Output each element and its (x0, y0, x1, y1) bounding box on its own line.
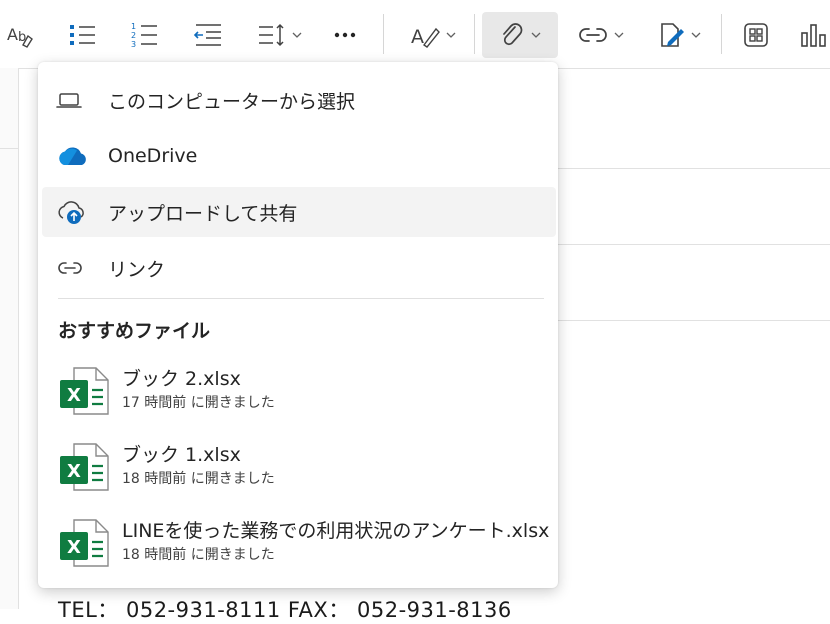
line-spacing-button[interactable] (248, 12, 310, 58)
bullet-list-button[interactable] (60, 12, 104, 58)
menu-item-link[interactable]: リンク (42, 243, 556, 293)
styles-icon: A (411, 26, 440, 48)
excel-icon: X (60, 443, 109, 491)
chevron-down-icon (531, 32, 541, 38)
numbered-list-icon: 1 2 3 (131, 22, 157, 49)
file-last-opened: 18 時間前 に開きました (122, 471, 275, 487)
svg-text:2: 2 (131, 31, 136, 40)
signature-button[interactable] (648, 12, 710, 58)
chevron-down-icon (446, 32, 456, 38)
chart-icon (801, 24, 826, 47)
recommended-files-heading: おすすめファイル (58, 320, 211, 342)
chevron-down-icon (292, 32, 302, 38)
cloud-upload-icon (56, 199, 96, 225)
decrease-indent-button[interactable] (186, 12, 230, 58)
document-rule (0, 148, 18, 149)
link-icon (56, 260, 96, 276)
menu-divider (58, 298, 544, 299)
toolbar-separator (383, 14, 384, 54)
signature-icon (661, 23, 684, 47)
line-spacing-icon (259, 23, 284, 47)
decrease-indent-icon (193, 24, 221, 46)
file-last-opened: 18 時間前 に開きました (122, 547, 275, 563)
svg-text:X: X (67, 537, 81, 558)
toolbar-separator (474, 14, 475, 54)
bullet-list-icon (70, 25, 95, 45)
toolbar-separator (721, 14, 722, 54)
recommended-file-item[interactable]: X ブック 1.xlsx 18 時間前 に開きました (42, 436, 556, 506)
insert-link-button[interactable] (570, 12, 632, 58)
document-rule (558, 244, 830, 245)
file-name: ブック 2.xlsx (122, 368, 241, 390)
svg-text:X: X (67, 385, 81, 406)
document-margin (0, 68, 19, 609)
spelling-button[interactable]: A b (2, 12, 40, 58)
file-name: LINEを使った業務での利用状況のアンケート.xlsx (122, 520, 550, 542)
file-name: ブック 1.xlsx (122, 444, 241, 466)
spelling-icon: A b (7, 25, 33, 48)
svg-text:3: 3 (131, 40, 136, 49)
menu-item-upload-and-share[interactable]: アップロードして共有 (42, 187, 556, 237)
menu-item-label: このコンピューターから選択 (108, 90, 356, 113)
excel-icon: X (60, 367, 109, 415)
svg-text:A: A (7, 25, 18, 44)
menu-item-label: OneDrive (108, 145, 198, 167)
svg-text:X: X (67, 461, 81, 482)
paperclip-icon (503, 23, 523, 46)
document-rule (558, 168, 830, 169)
chart-button[interactable] (796, 12, 830, 58)
recommended-file-item[interactable]: X ブック 2.xlsx 17 時間前 に開きました (42, 360, 556, 430)
file-last-opened: 17 時間前 に開きました (122, 395, 275, 411)
document-rule (558, 320, 830, 321)
format-toolbar: A b 1 2 3 A (0, 0, 830, 69)
styles-button[interactable]: A (402, 12, 464, 58)
menu-item-label: リンク (108, 258, 166, 281)
attach-file-button[interactable] (482, 12, 558, 58)
document-footer-text: TEL： 052-931-8111 FAX： 052-931-8136 (58, 598, 512, 622)
more-icon (334, 32, 356, 38)
excel-icon: X (60, 519, 109, 567)
menu-item-browse-computer[interactable]: このコンピューターから選択 (42, 75, 556, 125)
chevron-down-icon (614, 32, 624, 38)
apps-icon (744, 23, 768, 47)
menu-item-label: アップロードして共有 (108, 202, 298, 225)
recommended-file-item[interactable]: X LINEを使った業務での利用状況のアンケート.xlsx 18 時間前 に開き… (42, 512, 556, 582)
svg-text:A: A (411, 26, 424, 48)
chevron-down-icon (691, 32, 701, 38)
svg-text:1: 1 (131, 22, 136, 31)
laptop-icon (56, 90, 96, 110)
link-icon (579, 28, 607, 42)
apps-button[interactable] (736, 12, 776, 58)
onedrive-icon (56, 145, 96, 167)
numbered-list-button[interactable]: 1 2 3 (122, 12, 166, 58)
more-options-button[interactable] (326, 12, 364, 58)
attach-file-menu: このコンピューターから選択 OneDrive アップロードして共有 リンク おす… (38, 62, 558, 588)
menu-item-onedrive[interactable]: OneDrive (42, 131, 556, 181)
